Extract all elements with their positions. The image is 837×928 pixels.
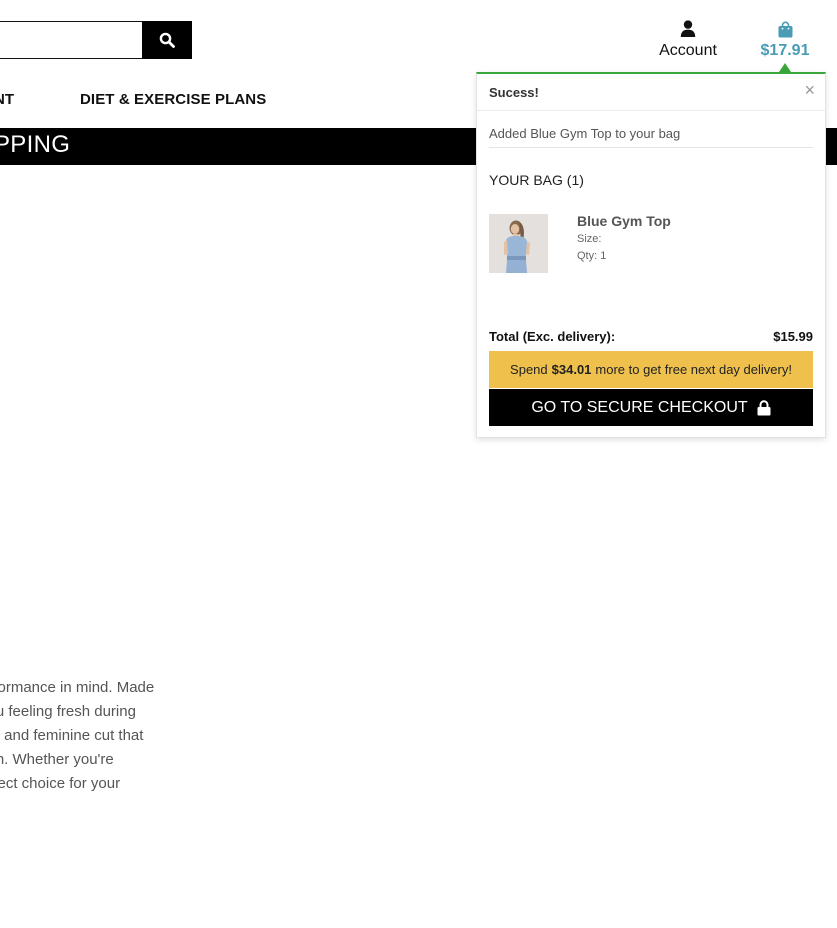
- close-icon[interactable]: ×: [804, 81, 815, 99]
- delivery-suffix: more to get free next day delivery!: [595, 362, 792, 377]
- search-input[interactable]: [0, 21, 143, 59]
- description-line: you feeling fresh during: [0, 703, 136, 720]
- description-line: erformance in mind. Made: [0, 679, 155, 696]
- promo-banner-text: PPING: [0, 131, 71, 158]
- free-delivery-notice: Spend $34.01 more to get free next day d…: [489, 351, 813, 388]
- bag-success-popover: Sucess! × Added Blue Gym Top to your bag…: [476, 72, 826, 438]
- secure-checkout-button[interactable]: GO TO SECURE CHECKOUT: [489, 389, 813, 426]
- delivery-amount: $34.01: [551, 362, 592, 377]
- product-thumbnail[interactable]: [489, 214, 548, 273]
- shopping-bag-icon: [778, 21, 792, 38]
- bag-item-qty: Qty: 1: [577, 250, 607, 262]
- search-button[interactable]: [142, 21, 192, 59]
- account-link[interactable]: Account: [652, 16, 724, 64]
- popover-title: Sucess!: [489, 85, 539, 100]
- search-icon: [159, 32, 175, 48]
- nav-item-diet-exercise-plans[interactable]: DIET & EXERCISE PLANS: [80, 91, 266, 108]
- description-line: tion. Whether you're: [0, 751, 114, 768]
- popover-message: Added Blue Gym Top to your bag: [489, 126, 813, 148]
- delivery-prefix: Spend: [510, 362, 548, 377]
- bag-heading: YOUR BAG (1): [489, 172, 584, 188]
- lock-icon: [757, 399, 771, 415]
- bag-total: $17.91: [760, 42, 810, 59]
- nav-item-partial[interactable]: NT: [0, 91, 14, 108]
- popover-header: Sucess! ×: [477, 74, 825, 111]
- checkout-label: GO TO SECURE CHECKOUT: [531, 398, 748, 416]
- description-line: erfect choice for your: [0, 775, 121, 792]
- product-description: erformance in mind. Made you feeling fre…: [0, 676, 190, 796]
- popover-arrow: [779, 63, 791, 72]
- shopping-bag-link[interactable]: $17.91: [752, 16, 818, 64]
- total-label: Total (Exc. delivery):: [489, 329, 616, 344]
- bag-item-size: Size:: [577, 233, 602, 245]
- account-label: Account: [659, 42, 717, 59]
- product-photo: [489, 214, 548, 273]
- user-icon: [680, 20, 696, 37]
- description-line: ing and feminine cut that: [0, 727, 144, 744]
- total-value: $15.99: [773, 329, 813, 344]
- bag-item-name: Blue Gym Top: [577, 213, 671, 229]
